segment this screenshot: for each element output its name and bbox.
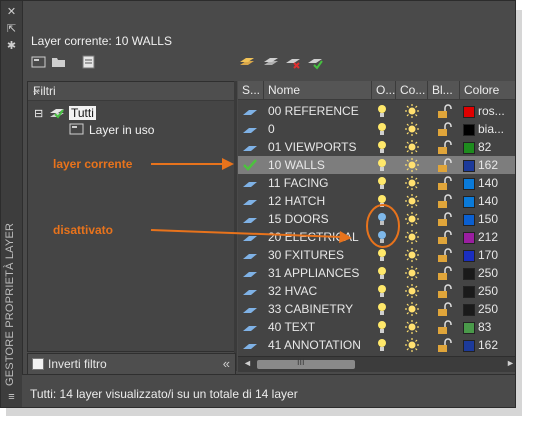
annotation-overlay — [150, 158, 400, 248]
turned-off-highlight — [366, 204, 400, 248]
current-layer-arrow — [151, 158, 234, 170]
layer-properties-palette: ✕ ⇱ ✱ GESTORE PROPRIETÀ LAYER ≡ Layer co… — [0, 0, 516, 408]
turned-off-arrow — [150, 229, 352, 243]
